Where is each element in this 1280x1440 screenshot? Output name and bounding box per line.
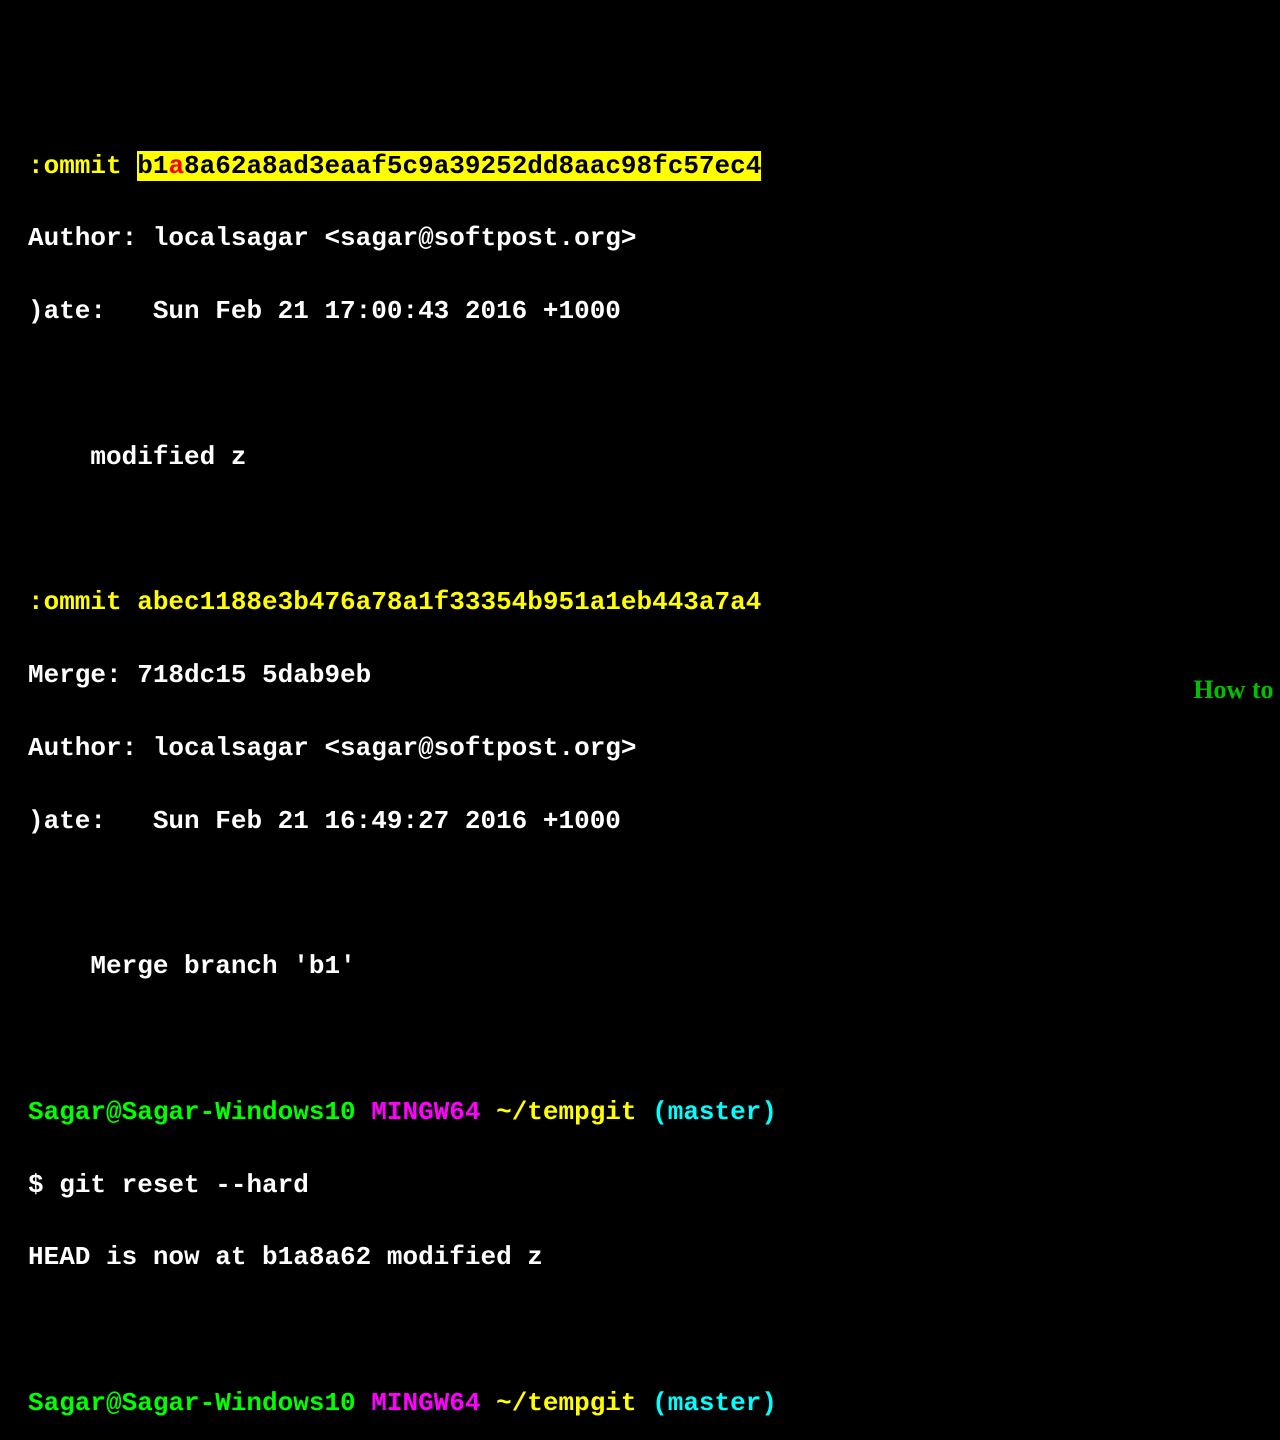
- commit-1-message: modified z: [28, 439, 1280, 475]
- prompt-user: Sagar@Sagar-Windows10: [28, 1097, 371, 1127]
- prompt-env: MINGW64: [371, 1388, 496, 1418]
- command-text: git reset --hard: [59, 1170, 309, 1200]
- command-1-line[interactable]: $ git reset --hard: [28, 1167, 1280, 1203]
- commit-2-date-line: )ate: Sun Feb 21 16:49:27 2016 +1000: [28, 803, 1280, 839]
- commit-2-merge-line: Merge: 718dc15 5dab9eb: [28, 657, 1280, 693]
- commit-hash: abec1188e3b476a78a1f33354b951a1eb443a7a4: [137, 587, 761, 617]
- commit-1-hash-line: :ommit b1a8a62a8ad3eaaf5c9a39252dd8aac98…: [28, 148, 1280, 184]
- blank-line: [28, 511, 1280, 547]
- output-1-line: HEAD is now at b1a8a62 modified z: [28, 1239, 1280, 1275]
- blank-line: [28, 875, 1280, 911]
- prompt-2-line: Sagar@Sagar-Windows10 MINGW64 ~/tempgit …: [28, 1385, 1280, 1421]
- commit-hash-highlighted[interactable]: b1a8a62a8ad3eaaf5c9a39252dd8aac98fc57ec4: [137, 151, 761, 181]
- commit-2-author-line: Author: localsagar <sagar@softpost.org>: [28, 730, 1280, 766]
- prompt-path: ~/tempgit: [496, 1097, 652, 1127]
- commit-1-date-line: )ate: Sun Feb 21 17:00:43 2016 +1000: [28, 293, 1280, 329]
- prompt-1-line: Sagar@Sagar-Windows10 MINGW64 ~/tempgit …: [28, 1094, 1280, 1130]
- prompt-symbol: $: [28, 1170, 59, 1200]
- prompt-branch: (master): [652, 1097, 777, 1127]
- blank-line: [28, 1021, 1280, 1057]
- commit-2-hash-line: :ommit abec1188e3b476a78a1f33354b951a1eb…: [28, 584, 1280, 620]
- commit-1-author-line: Author: localsagar <sagar@softpost.org>: [28, 220, 1280, 256]
- commit-label: :ommit: [28, 151, 137, 181]
- blank-line: [28, 1312, 1280, 1348]
- prompt-env: MINGW64: [371, 1097, 496, 1127]
- prompt-user: Sagar@Sagar-Windows10: [28, 1388, 371, 1418]
- cursor-icon: a: [168, 151, 184, 181]
- commit-2-message: Merge branch 'b1': [28, 948, 1280, 984]
- prompt-branch: (master): [652, 1388, 777, 1418]
- blank-line: [28, 366, 1280, 402]
- watermark-text: How to: [1193, 672, 1280, 708]
- prompt-path: ~/tempgit: [496, 1388, 652, 1418]
